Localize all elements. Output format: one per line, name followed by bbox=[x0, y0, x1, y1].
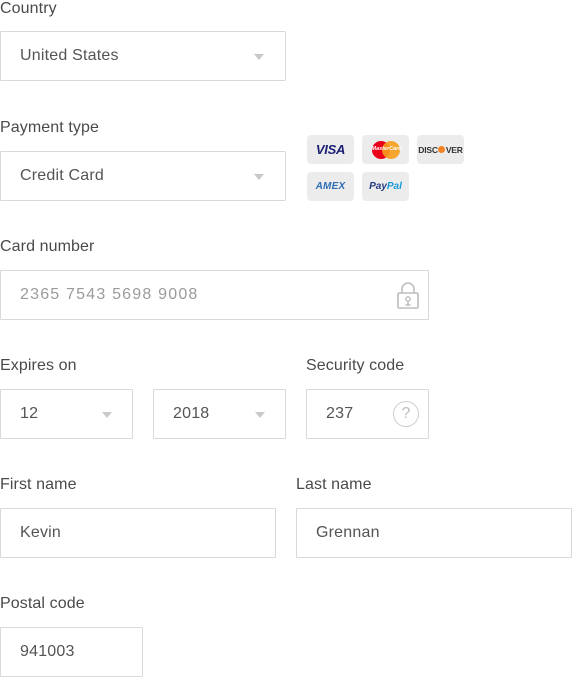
chevron-down-icon bbox=[102, 412, 112, 418]
last-name-input[interactable]: Grennan bbox=[296, 508, 572, 558]
lock-icon bbox=[397, 282, 419, 309]
country-select[interactable]: United States bbox=[0, 31, 286, 81]
chevron-down-icon bbox=[254, 174, 264, 180]
card-number-input[interactable]: 2365 7543 5698 9008 bbox=[0, 270, 429, 320]
visa-logo-text: VISA bbox=[315, 142, 346, 157]
postal-code-value: 941003 bbox=[20, 643, 75, 660]
card-number-label: Card number bbox=[0, 238, 95, 255]
first-name-input[interactable]: Kevin bbox=[0, 508, 276, 558]
card-number-placeholder: 2365 7543 5698 9008 bbox=[20, 286, 199, 303]
security-code-value: 237 bbox=[326, 405, 354, 422]
expires-label: Expires on bbox=[0, 357, 77, 374]
expiry-year-select[interactable]: 2018 bbox=[153, 389, 286, 439]
expiry-year-value: 2018 bbox=[173, 405, 210, 422]
expiry-month-value: 12 bbox=[20, 405, 39, 422]
mastercard-circles: MasterCard bbox=[371, 140, 402, 159]
chevron-down-icon bbox=[254, 54, 264, 60]
mastercard-logo-text: MasterCard bbox=[371, 145, 402, 152]
payment-type-value: Credit Card bbox=[20, 167, 105, 184]
mastercard-logo: MasterCard bbox=[362, 135, 409, 164]
help-icon[interactable]: ? bbox=[393, 401, 419, 427]
first-name-value: Kevin bbox=[20, 524, 62, 541]
last-name-value: Grennan bbox=[316, 524, 380, 541]
payment-type-label: Payment type bbox=[0, 119, 100, 136]
security-code-label: Security code bbox=[306, 357, 405, 374]
discover-logo: DISC VER bbox=[417, 135, 464, 164]
postal-code-label: Postal code bbox=[0, 595, 85, 612]
chevron-down-icon bbox=[255, 412, 265, 418]
payment-type-select[interactable]: Credit Card bbox=[0, 151, 286, 201]
amex-logo: AMEX bbox=[307, 172, 354, 201]
expiry-month-select[interactable]: 12 bbox=[0, 389, 133, 439]
first-name-label: First name bbox=[0, 476, 77, 493]
paypal-logo-text: PayPal bbox=[369, 181, 402, 192]
country-value: United States bbox=[20, 47, 119, 64]
discover-logo-text: DISC VER bbox=[418, 144, 463, 155]
visa-logo: VISA bbox=[307, 135, 354, 164]
postal-code-input[interactable]: 941003 bbox=[0, 627, 143, 677]
country-label: Country bbox=[0, 0, 57, 17]
amex-logo-text: AMEX bbox=[315, 181, 346, 192]
security-code-input[interactable]: 237 ? bbox=[306, 389, 429, 439]
paypal-logo: PayPal bbox=[362, 172, 409, 201]
last-name-label: Last name bbox=[296, 476, 372, 493]
